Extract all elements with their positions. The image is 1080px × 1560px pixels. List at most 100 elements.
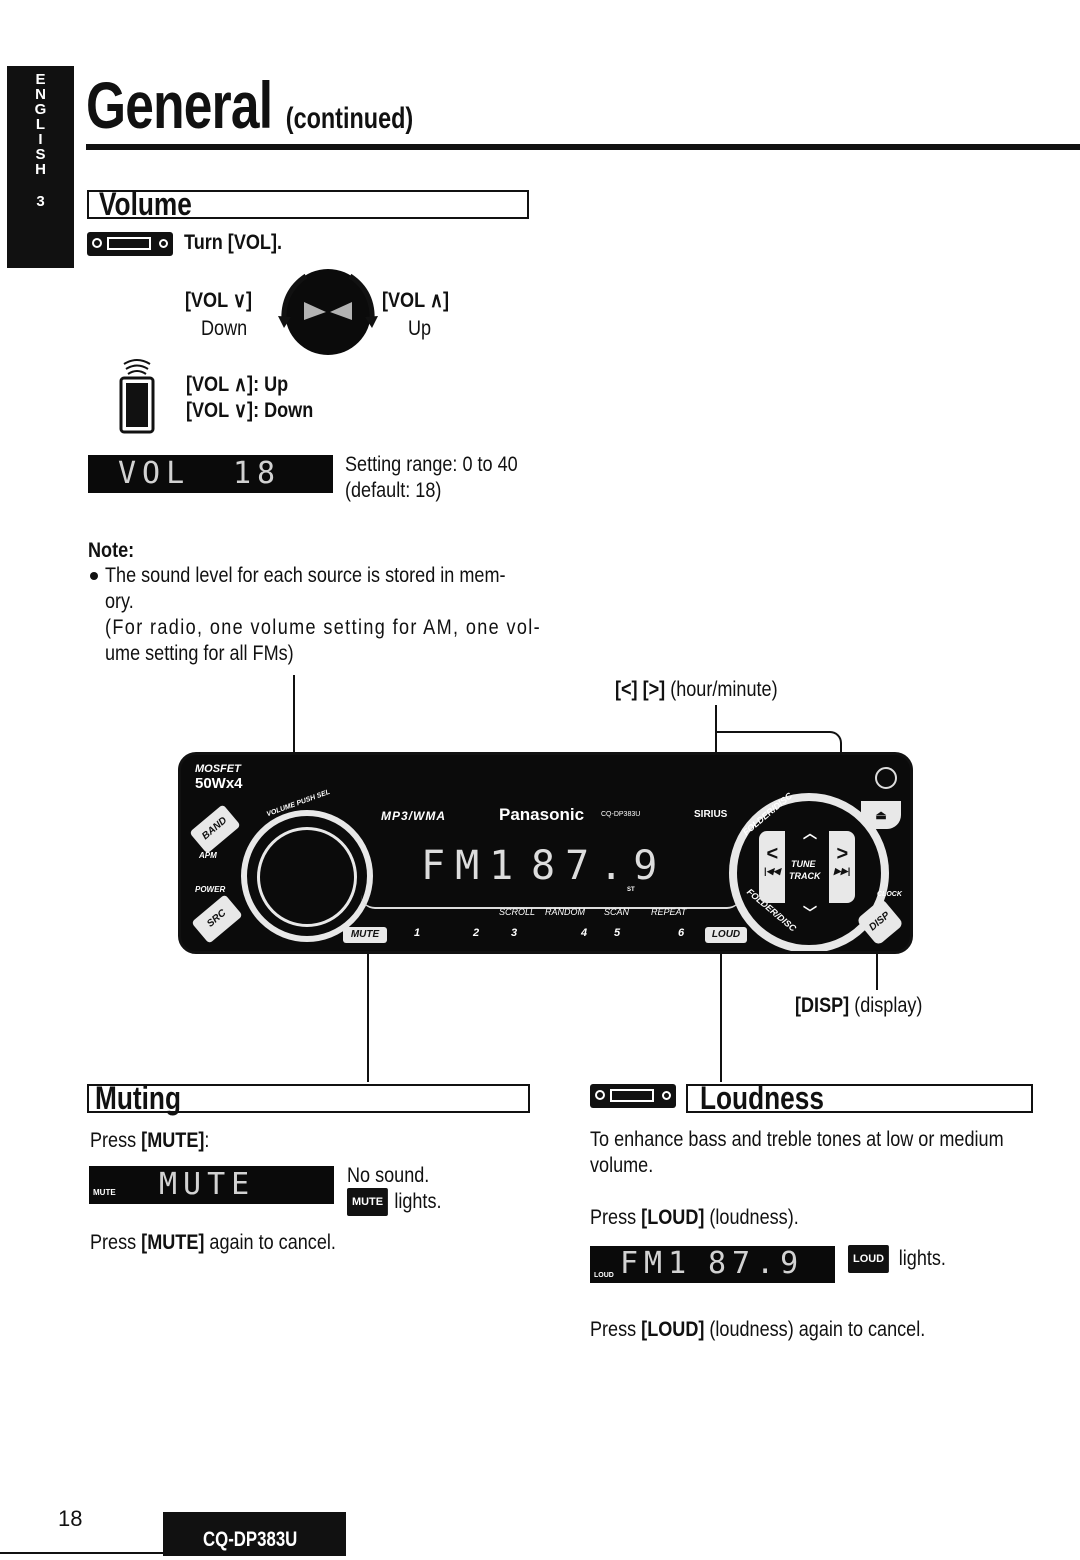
preset-function-label: REPEAT — [651, 907, 687, 917]
lcd-loud-indicator: LOUD — [594, 1272, 614, 1279]
setting-range: Setting range: 0 to 40 — [345, 453, 518, 476]
left-tune-button[interactable]: < |◀◀ — [759, 831, 785, 903]
lang-letter: S — [35, 146, 46, 163]
track-label: TRACK — [789, 871, 821, 881]
loud-instruction: Press [LOUD] (loudness). — [590, 1205, 799, 1231]
tune-label: TUNE — [791, 859, 816, 869]
note-line: ory. — [105, 590, 134, 613]
text: Press — [590, 1318, 642, 1341]
band-button[interactable]: BAND — [189, 804, 241, 854]
text: Press — [90, 1129, 142, 1152]
src-button[interactable]: SRC — [191, 894, 243, 944]
loudness-section-header: Loudness — [686, 1080, 1033, 1116]
language-tab-number: 3 — [36, 193, 45, 210]
loud-key: [LOUD] — [641, 1206, 705, 1229]
volume-section-header: Volume — [87, 186, 529, 222]
display-frequency: 87.9 — [531, 843, 668, 889]
setting-default: (default: 18) — [345, 479, 442, 502]
left-arrow-icon: < — [766, 843, 778, 865]
model-label: CQ-DP383U — [601, 811, 641, 818]
volume-instruction: Turn [VOL]. — [184, 231, 282, 254]
mute-indicator-badge: MUTE — [347, 1188, 389, 1216]
preset-button-1[interactable]: 1 — [414, 927, 420, 939]
lcd-mute-text: MUTE — [159, 1167, 256, 1202]
disp-key: [DISP] — [795, 994, 850, 1017]
hour-minute-text: (hour/minute) — [670, 678, 778, 701]
preset-button-3[interactable]: 3 — [511, 927, 517, 939]
footer-rule — [0, 1552, 165, 1554]
clock-label: CLOCK — [877, 891, 902, 898]
lcd-vol-value: 18 — [233, 456, 282, 491]
loud-cancel: Press [LOUD] (loudness) again to cancel. — [590, 1317, 925, 1343]
page-subtitle: (continued) — [285, 102, 414, 135]
brand-logo: Panasonic — [499, 805, 585, 824]
language-letters: E N G L I S H — [35, 72, 47, 177]
text: : — [204, 1129, 210, 1152]
lang-letter: I — [38, 131, 43, 148]
loud-key: [LOUD] — [641, 1318, 705, 1341]
callout-line-disp — [876, 954, 878, 990]
preset-button-4[interactable]: 4 — [581, 927, 587, 939]
right-tune-button[interactable]: > ▶▶| — [829, 831, 855, 903]
up-arrow-icon[interactable]: ︿ — [803, 823, 817, 843]
preset-button-6[interactable]: 6 — [678, 927, 684, 939]
vol-up-label: [VOL ∧] — [382, 289, 450, 312]
vol-down-sub: Down — [201, 317, 248, 340]
callout-line-loud — [720, 954, 722, 1082]
page-title-text: General — [86, 68, 273, 142]
loudness-description: To enhance bass and treble tones at low … — [590, 1128, 1004, 1151]
text: lights. — [898, 1246, 946, 1270]
callout-line-hour — [715, 731, 825, 733]
lang-letter: E — [35, 71, 46, 88]
mute-instruction: Press [MUTE]: — [90, 1128, 209, 1154]
mute-cancel: Press [MUTE] again to cancel. — [90, 1230, 336, 1256]
title-rule — [86, 144, 1080, 150]
loud-button[interactable]: LOUD — [705, 927, 747, 943]
sirius-logo: SIRIUS — [694, 809, 728, 820]
mute-result: No sound. — [347, 1164, 430, 1187]
mute-button[interactable]: MUTE — [343, 927, 387, 943]
loud-lcd-display: LOUD FM1 87.9 — [590, 1246, 835, 1283]
down-arrow-icon[interactable]: ﹀ — [803, 903, 817, 923]
eject-button[interactable]: ⏏ — [861, 801, 901, 829]
volume-lcd-display: VOL 18 — [88, 455, 333, 493]
remote-control-icon — [119, 359, 155, 434]
text: Press — [590, 1206, 642, 1229]
hour-minute-label: [<] [>] (hour/minute) — [615, 677, 778, 703]
preset-function-label: SCAN — [604, 907, 630, 917]
apm-label: APM — [199, 851, 217, 860]
vol-up-sub: Up — [408, 317, 432, 340]
page-title: General (continued) — [86, 70, 413, 154]
vol-down-label: [VOL ∨] — [185, 289, 253, 312]
callout-line-mute — [367, 954, 369, 1082]
skip-back-icon: |◀◀ — [763, 866, 781, 876]
display-band: FM1 — [421, 843, 524, 889]
lang-letter: H — [35, 161, 46, 178]
lcd-vol-text: VOL — [118, 456, 191, 491]
preset-function-label: SCROLL — [499, 907, 536, 917]
car-stereo-faceplate: MOSFET 50Wx4 BAND APM POWER SRC VOLUME P… — [178, 752, 913, 954]
stereo-indicator: ST — [627, 887, 635, 893]
text: (loudness). — [704, 1206, 799, 1229]
format-label: MP3/WMA — [381, 809, 446, 823]
note-line: The sound level for each source is store… — [105, 564, 506, 587]
head-unit-icon — [590, 1084, 676, 1108]
lang-letter: L — [35, 116, 46, 133]
disp-text: (display) — [854, 994, 923, 1017]
page-number: 18 — [58, 1506, 83, 1531]
muting-section-header: Muting — [87, 1080, 530, 1116]
loud-lights: LOUD lights. — [848, 1245, 946, 1273]
loudness-description: volume. — [590, 1154, 654, 1177]
loudness-heading: Loudness — [700, 1080, 824, 1116]
release-button[interactable] — [875, 767, 897, 789]
power-label: POWER — [195, 885, 226, 894]
mute-lights: MUTE lights. — [347, 1188, 441, 1216]
preset-button-2[interactable]: 2 — [473, 927, 479, 939]
preset-button-5[interactable]: 5 — [614, 927, 620, 939]
text: Press — [90, 1231, 142, 1254]
volume-knob-icon — [278, 269, 378, 355]
power-rating-label: 50Wx4 — [195, 775, 243, 792]
mosfet-label: MOSFET — [195, 763, 241, 775]
remote-vol-down: [VOL ∨]: Down — [186, 399, 314, 422]
volume-knob-center — [257, 827, 357, 927]
